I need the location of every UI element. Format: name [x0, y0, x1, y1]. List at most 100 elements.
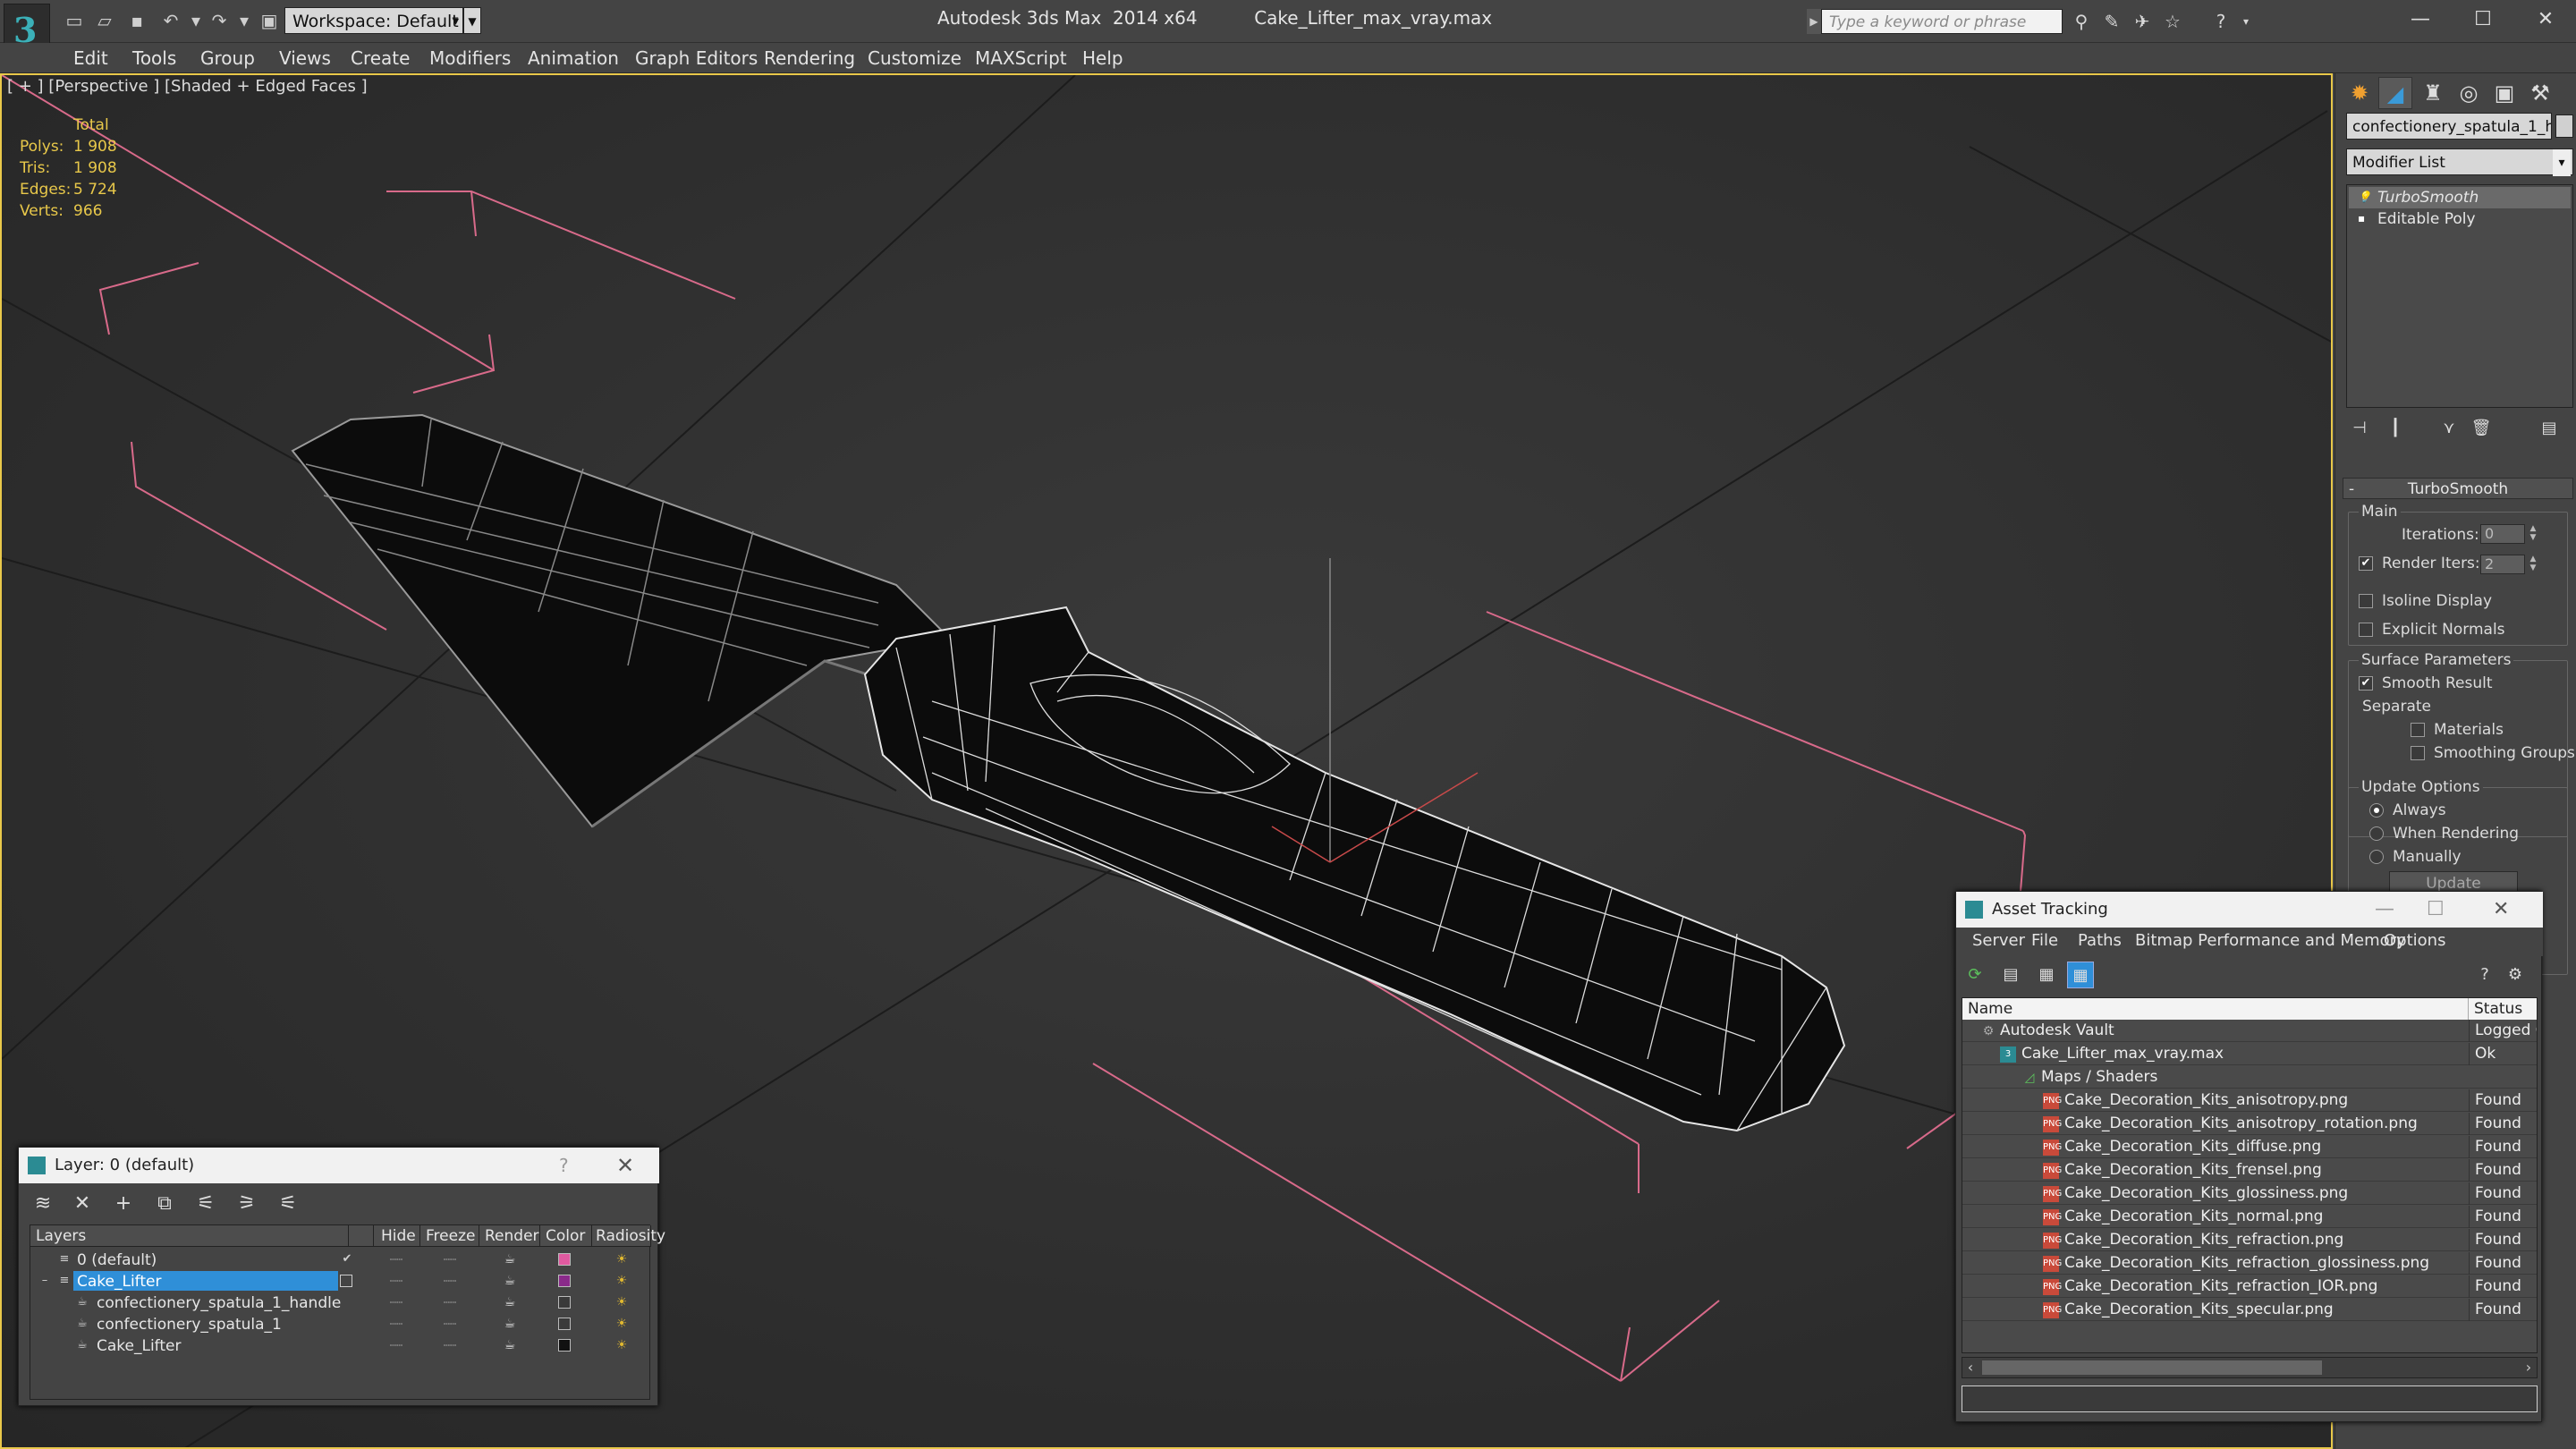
asset-close-icon[interactable]: ✕: [2493, 892, 2509, 928]
smoothing-groups-checkbox[interactable]: [2411, 746, 2425, 760]
pin-stack-icon[interactable]: ⊣: [2346, 415, 2373, 442]
freeze-toggle[interactable]: ┄┄: [436, 1249, 463, 1270]
asset-row[interactable]: PNG Cake_Decoration_Kits_glossiness.png …: [1962, 1182, 2537, 1205]
asset-row[interactable]: ⚙ Autodesk Vault Logged C: [1962, 1020, 2537, 1042]
scroll-thumb[interactable]: [1982, 1360, 2322, 1375]
scroll-right-icon[interactable]: ›: [2521, 1358, 2537, 1377]
motion-tab-icon[interactable]: ◎: [2452, 77, 2486, 109]
minimize-icon[interactable]: —: [2394, 4, 2447, 36]
hide-toggle[interactable]: ┄┄: [383, 1313, 410, 1335]
asset-row[interactable]: PNG Cake_Decoration_Kits_diffuse.png Fou…: [1962, 1136, 2537, 1158]
menu-help[interactable]: Help: [1082, 47, 1123, 70]
col-layers[interactable]: Layers: [30, 1225, 349, 1247]
freeze-toggle[interactable]: ┄┄: [436, 1270, 463, 1292]
search-expand-icon[interactable]: ▶: [1807, 9, 1821, 34]
render-teapot-icon[interactable]: ☕: [501, 1313, 519, 1335]
render-iters-spinner-arrows[interactable]: ▲ ▼: [2527, 555, 2539, 574]
asset-row[interactable]: PNG Cake_Decoration_Kits_frensel.png Fou…: [1962, 1159, 2537, 1182]
radiosity-icon[interactable]: ☀: [612, 1250, 631, 1268]
render-iters-checkbox[interactable]: ✔: [2359, 556, 2373, 571]
select-objects-icon[interactable]: ⧉: [149, 1189, 180, 1219]
menu-animation[interactable]: Animation: [528, 47, 619, 70]
asset-horizontal-scrollbar[interactable]: ‹ ›: [1962, 1357, 2538, 1378]
asset-menu-bitmap-performance[interactable]: Bitmap Performance and Memory: [2135, 931, 2406, 950]
help-dropdown-icon[interactable]: ▾: [2233, 9, 2259, 34]
stack-item-editable-poly[interactable]: ▪ Editable Poly: [2349, 208, 2571, 230]
configure-sets-icon[interactable]: ▤: [2536, 415, 2563, 442]
layer-color-swatch[interactable]: [558, 1275, 571, 1287]
asset-row[interactable]: PNG Cake_Decoration_Kits_normal.png Foun…: [1962, 1206, 2537, 1228]
menu-create[interactable]: Create: [351, 47, 410, 70]
workspace-arrow-icon[interactable]: ▼: [463, 7, 481, 34]
render-teapot-icon[interactable]: ☕: [501, 1249, 519, 1270]
make-active-box-icon[interactable]: [340, 1275, 352, 1287]
always-radio[interactable]: [2369, 803, 2384, 818]
col-render[interactable]: Render: [479, 1225, 540, 1247]
asset-row[interactable]: PNG Cake_Decoration_Kits_refraction_IOR.…: [1962, 1275, 2537, 1298]
table-view-icon[interactable]: ▦: [2067, 962, 2094, 988]
undo-icon[interactable]: ↶: [159, 9, 182, 32]
asset-row[interactable]: ◿ Maps / Shaders: [1962, 1066, 2537, 1089]
hierarchy-tab-icon[interactable]: ♜: [2416, 77, 2450, 109]
isoline-display-checkbox[interactable]: [2359, 594, 2373, 608]
col-radiosity[interactable]: Radiosity: [592, 1225, 665, 1247]
menu-modifiers[interactable]: Modifiers: [429, 47, 511, 70]
hide-toggle[interactable]: ┄┄: [383, 1292, 410, 1313]
asset-menu-server[interactable]: Server: [1972, 931, 2025, 950]
maximize-icon[interactable]: ☐: [2456, 4, 2510, 36]
freeze-toggle[interactable]: ┄┄: [436, 1335, 463, 1356]
refresh-icon[interactable]: ⟳: [1962, 962, 1988, 988]
menu-views[interactable]: Views: [279, 47, 331, 70]
radiosity-icon[interactable]: ☀: [612, 1336, 631, 1354]
viewport-label[interactable]: [ + ] [Perspective ] [Shaded + Edged Fac…: [7, 77, 368, 96]
asset-settings-icon[interactable]: ⚙: [2502, 962, 2529, 988]
expand-icon[interactable]: –: [38, 1274, 52, 1288]
asset-row[interactable]: PNG Cake_Decoration_Kits_anisotropy.png …: [1962, 1089, 2537, 1112]
hide-toggle[interactable]: ┄┄: [383, 1335, 410, 1356]
help-icon[interactable]: ?: [2207, 9, 2234, 34]
col-status[interactable]: Status: [2469, 998, 2537, 1020]
object-name-field[interactable]: confectionery_spatula_1_har: [2346, 113, 2552, 140]
lightbulb-icon[interactable]: 💡: [2358, 191, 2371, 203]
col-name[interactable]: Name: [1962, 998, 2469, 1020]
menu-maxscript[interactable]: MAXScript: [975, 47, 1067, 70]
new-file-icon[interactable]: ▭: [63, 9, 86, 32]
turbosmooth-rollout-header[interactable]: - TurboSmooth: [2343, 478, 2573, 499]
radiosity-icon[interactable]: ☀: [612, 1293, 631, 1311]
layer-color-swatch[interactable]: [558, 1253, 571, 1266]
layer-row[interactable]: ☕ confectionery_spatula_1_handle ┄┄ ┄┄ ☕…: [30, 1292, 651, 1313]
col-freeze[interactable]: Freeze: [420, 1225, 479, 1247]
layer-color-swatch[interactable]: [558, 1339, 571, 1352]
highlight-layer-icon[interactable]: ⚟: [191, 1189, 221, 1219]
iterations-spinner-arrows[interactable]: ▲ ▼: [2527, 524, 2539, 544]
col-color[interactable]: Color: [540, 1225, 592, 1247]
manually-radio[interactable]: [2369, 850, 2384, 864]
render-teapot-icon[interactable]: ☕: [501, 1270, 519, 1292]
render-teapot-icon[interactable]: ☕: [501, 1335, 519, 1356]
layer-window-titlebar[interactable]: Layer: 0 (default) ? ✕: [19, 1148, 659, 1183]
layer-color-swatch[interactable]: [558, 1296, 571, 1309]
freeze-toggle[interactable]: ┄┄: [436, 1313, 463, 1335]
modify-tab-icon[interactable]: ◢: [2378, 77, 2412, 109]
asset-row[interactable]: PNG Cake_Decoration_Kits_refraction.png …: [1962, 1229, 2537, 1251]
menu-rendering[interactable]: Rendering: [764, 47, 855, 70]
remove-modifier-icon[interactable]: 🗑: [2468, 415, 2495, 442]
close-icon[interactable]: ✕: [2519, 4, 2572, 36]
layer-help-icon[interactable]: ?: [559, 1148, 569, 1183]
utilities-tab-icon[interactable]: ⚒: [2523, 77, 2557, 109]
layer-row[interactable]: ☕ confectionery_spatula_1 ┄┄ ┄┄ ☕ ☀: [30, 1313, 651, 1335]
display-tab-icon[interactable]: ▣: [2487, 77, 2521, 109]
layer-row[interactable]: – ≡ Cake_Lifter ┄┄ ┄┄ ☕ ☀: [30, 1270, 651, 1292]
hide-unhide-all-icon[interactable]: ⚞: [232, 1189, 262, 1219]
asset-menu-file[interactable]: File: [2031, 931, 2058, 950]
radiosity-icon[interactable]: ☀: [612, 1272, 631, 1290]
stack-item-turbosmooth[interactable]: 💡 TurboSmooth: [2349, 187, 2571, 208]
asset-row[interactable]: PNG Cake_Decoration_Kits_specular.png Fo…: [1962, 1299, 2537, 1321]
menu-group[interactable]: Group: [200, 47, 255, 70]
project-folder-icon[interactable]: ▣: [258, 9, 281, 32]
asset-help-icon[interactable]: ?: [2471, 962, 2498, 988]
modifier-list-dropdown[interactable]: Modifier List: [2346, 148, 2573, 176]
asset-window-titlebar[interactable]: Asset Tracking — ☐ ✕: [1956, 892, 2543, 928]
iterations-spinner[interactable]: 0: [2480, 524, 2525, 544]
show-end-result-icon[interactable]: ┃: [2382, 415, 2409, 442]
